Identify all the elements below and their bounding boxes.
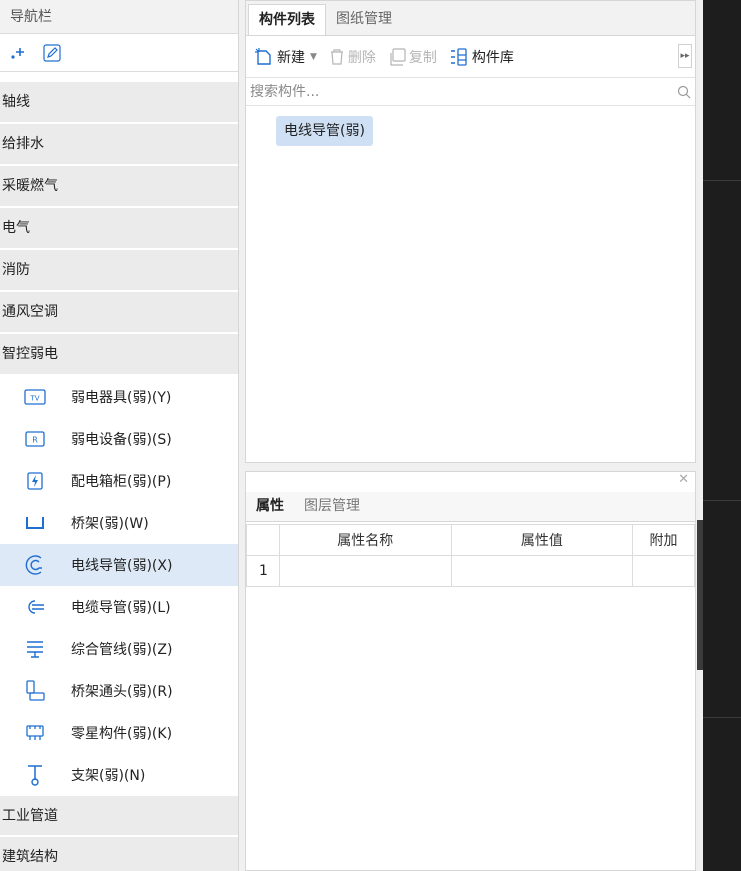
new-button-label: 新建 bbox=[277, 49, 305, 66]
toolbar-overflow-icon[interactable]: ▸▸ bbox=[678, 44, 692, 68]
component-library-label: 构件库 bbox=[471, 49, 514, 66]
nav-item-weak-integrated-pipeline[interactable]: 综合管线(弱)(Z) bbox=[0, 628, 238, 670]
search-input[interactable] bbox=[250, 83, 677, 100]
nav-item-weak-tray-fitting[interactable]: 桥架通头(弱)(R) bbox=[0, 670, 238, 712]
bracket-icon bbox=[21, 764, 49, 786]
tray-icon bbox=[21, 512, 49, 534]
nav-item-label: 电缆导管(弱)(L) bbox=[71, 600, 171, 616]
delete-button[interactable]: 删除 bbox=[325, 42, 380, 72]
nav-category-building-structure[interactable]: 建筑结构 bbox=[0, 837, 238, 871]
nav-item-weak-device[interactable]: R 弱电设备(弱)(S) bbox=[0, 418, 238, 460]
nav-item-label: 综合管线(弱)(Z) bbox=[71, 642, 173, 658]
nav-item-weak-tray[interactable]: 桥架(弱)(W) bbox=[0, 502, 238, 544]
nav-category-fire[interactable]: 消防 bbox=[0, 250, 238, 292]
trash-icon bbox=[330, 48, 343, 65]
nav-item-label: 支架(弱)(N) bbox=[71, 768, 146, 784]
copy-button-label: 复制 bbox=[408, 49, 437, 66]
column-header-extra: 附加 bbox=[632, 524, 695, 556]
new-doc-icon bbox=[255, 47, 271, 65]
nav-category-industrial-pipe[interactable]: 工业管道 bbox=[0, 796, 238, 837]
property-value-cell[interactable] bbox=[450, 555, 634, 587]
tab-component-list[interactable]: 构件列表 bbox=[248, 4, 326, 35]
cable-conduit-icon bbox=[21, 596, 49, 618]
lightning-box-icon bbox=[21, 470, 49, 492]
row-number: 1 bbox=[246, 555, 280, 587]
property-panel: ✕ 属性 图层管理 属性名称 属性值 附加 1 bbox=[245, 471, 696, 871]
nav-list: 轴线 给排水 采暖燃气 电气 消防 通风空调 智控弱电 TV 弱电器具(弱)(Y… bbox=[0, 82, 238, 871]
nav-category-electrical[interactable]: 电气 bbox=[0, 208, 238, 250]
nav-category-axis[interactable]: 轴线 bbox=[0, 82, 238, 124]
property-name-cell[interactable] bbox=[278, 555, 452, 587]
component-search bbox=[246, 78, 695, 106]
nav-item-weak-wire-conduit[interactable]: 电线导管(弱)(X) bbox=[0, 544, 238, 586]
nav-item-weak-appliance[interactable]: TV 弱电器具(弱)(Y) bbox=[0, 376, 238, 418]
nav-item-weak-misc-part[interactable]: 零星构件(弱)(K) bbox=[0, 712, 238, 754]
tray-fitting-icon bbox=[21, 680, 49, 702]
delete-button-label: 删除 bbox=[347, 49, 376, 66]
nav-title: 导航栏 bbox=[0, 0, 238, 34]
library-icon bbox=[450, 47, 467, 66]
property-tabs: 属性 图层管理 bbox=[246, 492, 695, 522]
drawing-canvas-edge bbox=[703, 0, 741, 871]
edit-icon[interactable] bbox=[42, 43, 62, 63]
nav-category-smart-weak[interactable]: 智控弱电 bbox=[0, 334, 238, 376]
r-box-icon: R bbox=[21, 428, 49, 450]
new-button[interactable]: 新建 ▼ bbox=[250, 42, 321, 72]
column-header-value: 属性值 bbox=[450, 524, 634, 556]
tab-properties[interactable]: 属性 bbox=[246, 493, 294, 521]
component-tabs: 构件列表 图纸管理 bbox=[246, 1, 695, 36]
component-item-wire-conduit[interactable]: 电线导管(弱) bbox=[276, 116, 373, 146]
chevron-down-icon[interactable]: ▼ bbox=[310, 52, 317, 62]
property-extra-cell[interactable] bbox=[632, 555, 695, 587]
tv-icon: TV bbox=[21, 386, 49, 408]
component-toolbar: 新建 ▼ 删除 复制 构件库 ▸▸ bbox=[246, 36, 695, 78]
nav-item-label: 电线导管(弱)(X) bbox=[71, 558, 173, 574]
row-number-header bbox=[246, 524, 280, 556]
table-row[interactable]: 1 bbox=[246, 555, 695, 587]
nav-item-label: 零星构件(弱)(K) bbox=[71, 726, 173, 742]
nav-category-hvac[interactable]: 通风空调 bbox=[0, 292, 238, 334]
misc-part-icon bbox=[21, 722, 49, 744]
navigation-panel: 导航栏 轴线 给排水 采暖燃气 电气 消防 通风空调 智控弱电 TV 弱电器具(… bbox=[0, 0, 239, 871]
tab-layer-management[interactable]: 图层管理 bbox=[294, 493, 370, 521]
component-list-panel: 构件列表 图纸管理 新建 ▼ 删除 复制 构件库 ▸▸ 电线导管(弱) bbox=[245, 0, 696, 463]
close-icon[interactable]: ✕ bbox=[678, 472, 689, 487]
nav-item-label: 桥架(弱)(W) bbox=[71, 516, 149, 532]
property-table: 属性名称 属性值 附加 1 bbox=[246, 524, 695, 587]
nav-toolbar bbox=[0, 34, 238, 72]
svg-text:TV: TV bbox=[29, 395, 39, 403]
conduit-icon bbox=[21, 554, 49, 576]
nav-category-heating-gas[interactable]: 采暖燃气 bbox=[0, 166, 238, 208]
nav-item-label: 配电箱柜(弱)(P) bbox=[71, 474, 172, 490]
nav-item-weak-cable-conduit[interactable]: 电缆导管(弱)(L) bbox=[0, 586, 238, 628]
nav-item-label: 桥架通头(弱)(R) bbox=[71, 684, 173, 700]
copy-icon bbox=[390, 47, 406, 66]
canvas-divider bbox=[703, 500, 741, 501]
pipeline-icon bbox=[21, 638, 49, 660]
column-header-name: 属性名称 bbox=[278, 524, 452, 556]
canvas-divider bbox=[703, 717, 741, 718]
add-icon[interactable] bbox=[8, 43, 28, 63]
search-icon[interactable] bbox=[677, 85, 691, 99]
tab-drawing-management[interactable]: 图纸管理 bbox=[326, 4, 402, 35]
nav-item-label: 弱电器具(弱)(Y) bbox=[71, 390, 172, 406]
nav-item-weak-bracket[interactable]: 支架(弱)(N) bbox=[0, 754, 238, 796]
nav-category-plumbing[interactable]: 给排水 bbox=[0, 124, 238, 166]
nav-item-weak-distribution-box[interactable]: 配电箱柜(弱)(P) bbox=[0, 460, 238, 502]
svg-text:R: R bbox=[32, 436, 38, 445]
copy-button[interactable]: 复制 bbox=[384, 42, 441, 72]
canvas-divider bbox=[703, 180, 741, 181]
component-library-button[interactable]: 构件库 bbox=[445, 42, 518, 72]
nav-item-label: 弱电设备(弱)(S) bbox=[71, 432, 172, 448]
